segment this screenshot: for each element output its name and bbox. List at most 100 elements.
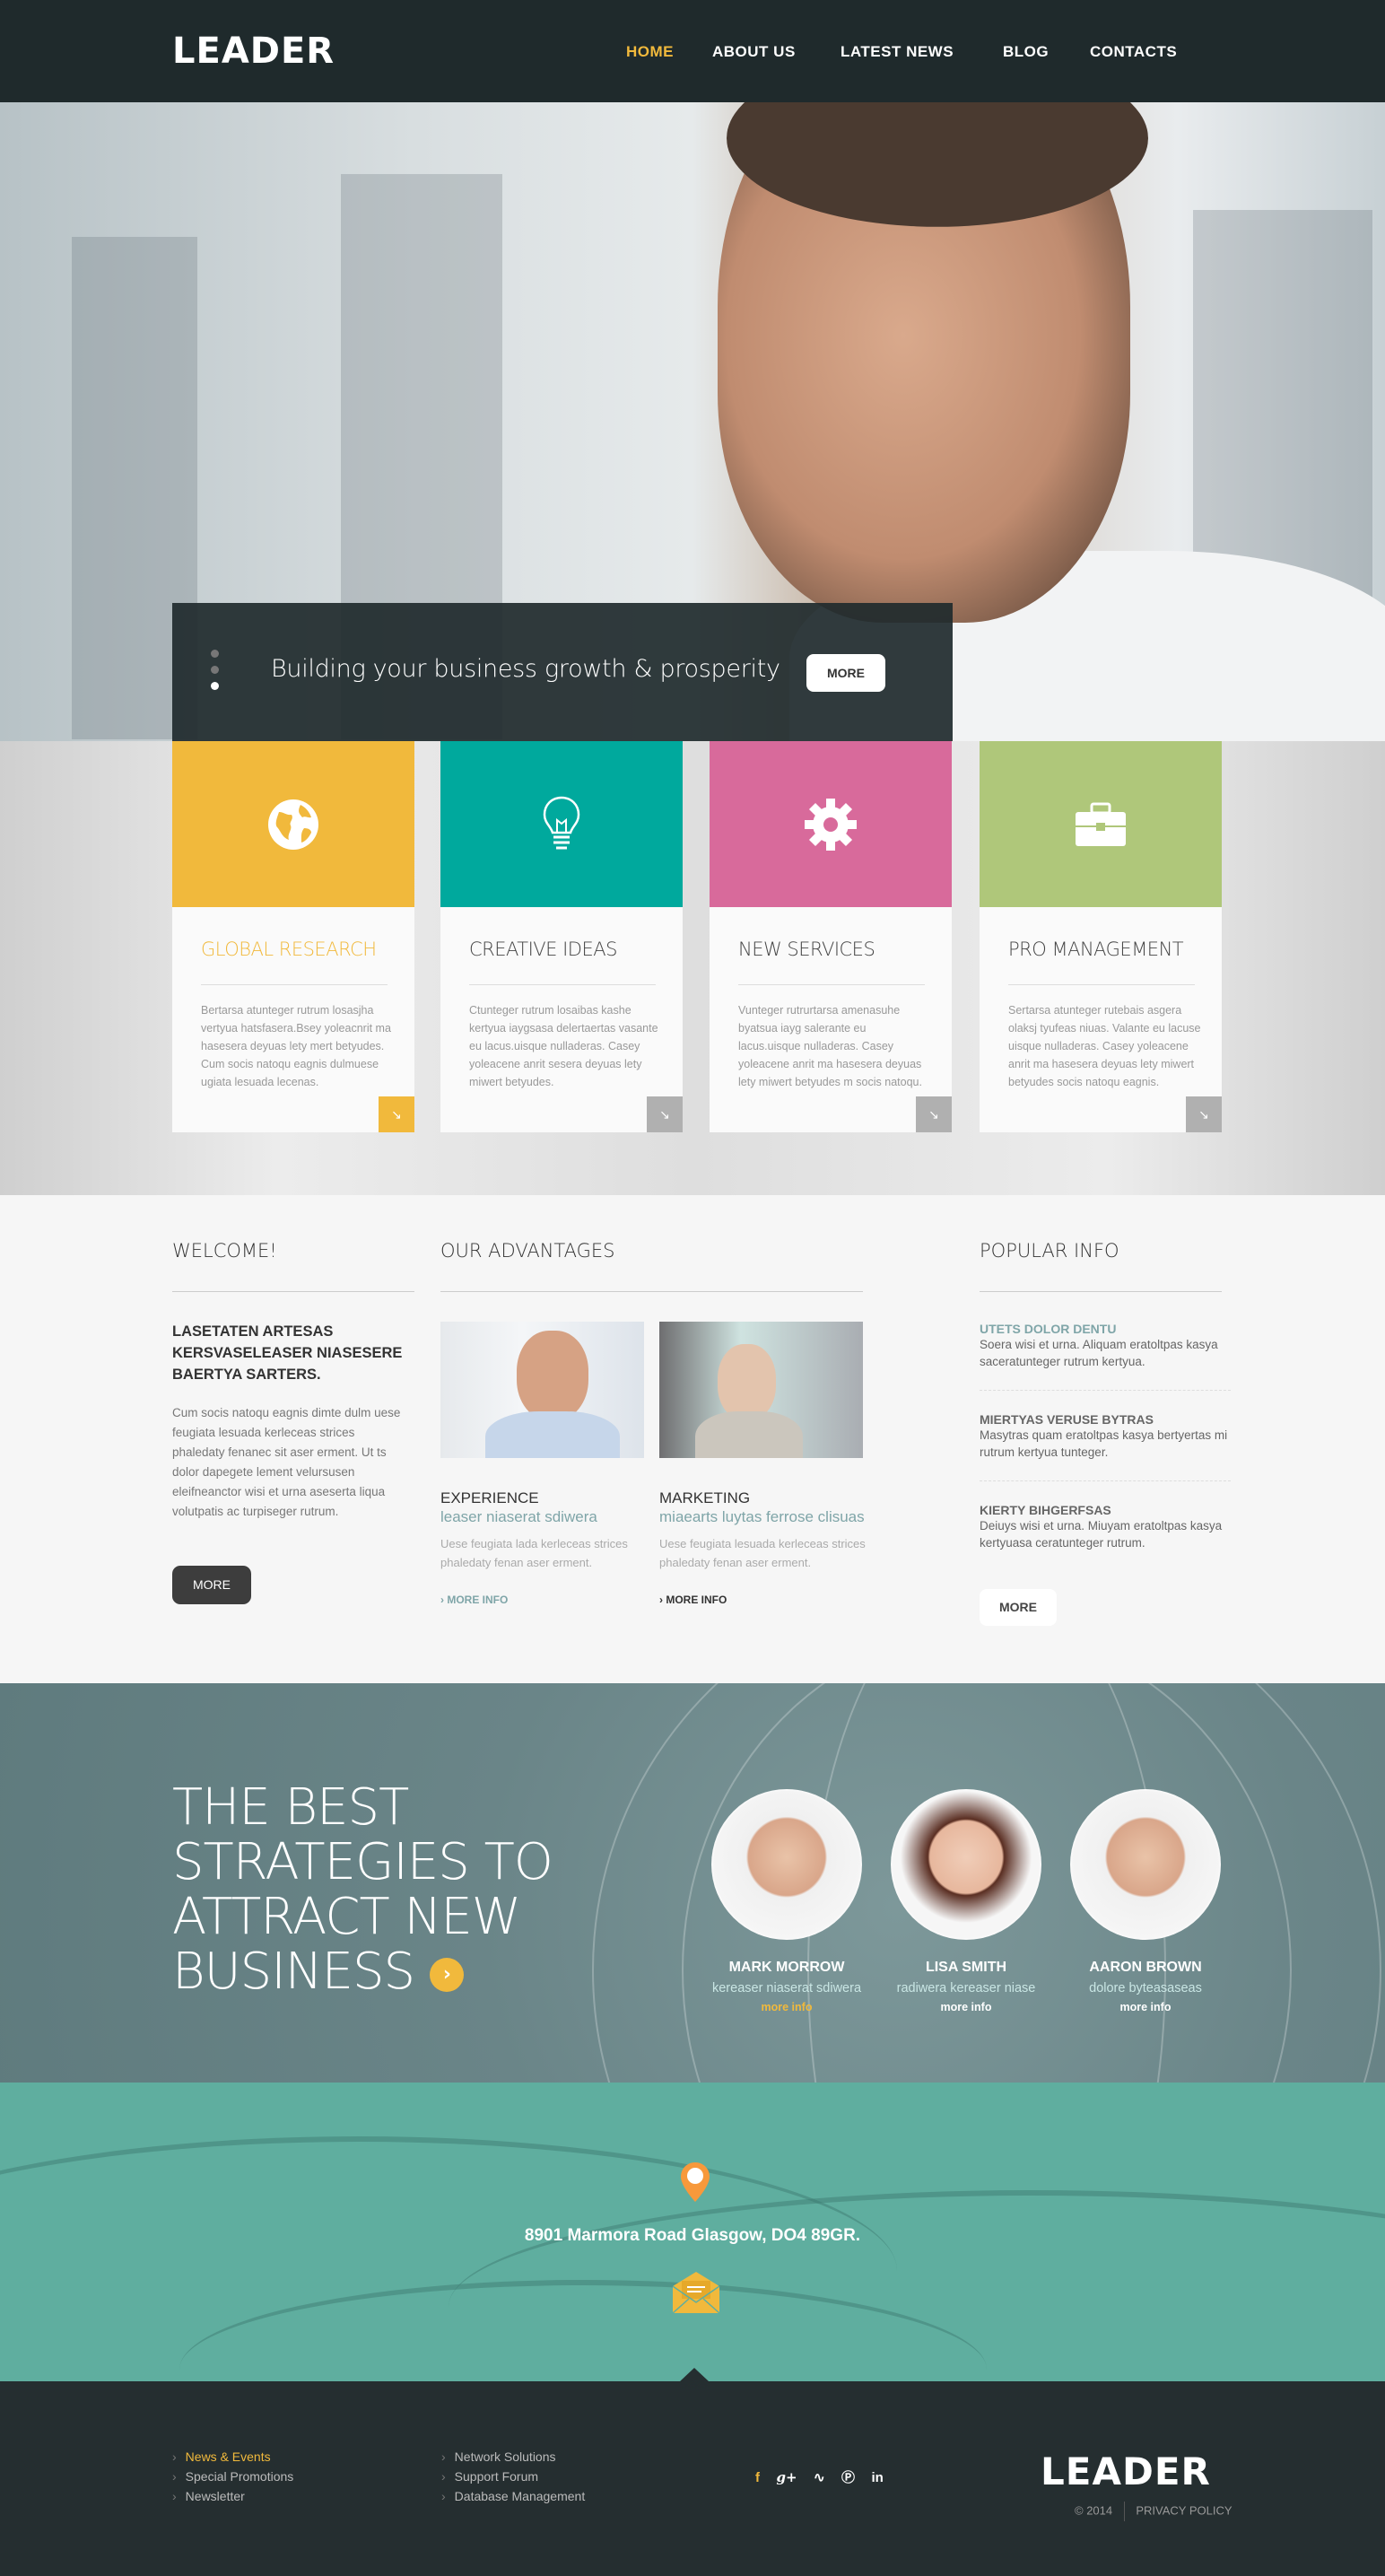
lightbulb-icon (543, 796, 580, 849)
divider (469, 984, 656, 985)
service-card-creative-ideas[interactable]: CREATIVE IDEAS Ctunteger rutrum losaibas… (440, 741, 683, 1132)
footer-link[interactable]: › News & Events (172, 2447, 293, 2467)
footer-link[interactable]: › Special Promotions (172, 2467, 293, 2486)
briefcase-icon (1076, 802, 1126, 846)
service-card-new-services[interactable]: NEW SERVICES Vunteger rutrurtarsa amenas… (710, 741, 952, 1132)
arrow-corner-button[interactable]: ↘ (379, 1096, 414, 1132)
member-more-info-link[interactable]: more info (697, 2001, 876, 2013)
strategies-heading: THE BEST STRATEGIES TO ATTRACT NEW BUSIN… (172, 1780, 553, 1999)
link-label: Special Promotions (185, 2469, 294, 2484)
popular-item-title[interactable]: MIERTYAS VERUSE BYTRAS (980, 1412, 1231, 1427)
rss-icon[interactable]: ∿ (814, 2469, 825, 2485)
card-text: Vunteger rutrurtarsa amenasuhe byatsua i… (738, 1004, 922, 1088)
map-pin-icon (681, 2162, 710, 2202)
card-title: NEW SERVICES (738, 939, 875, 960)
member-role: dolore byteasaseas (1089, 1981, 1202, 1995)
team-section: THE BEST STRATEGIES TO ATTRACT NEW BUSIN… (0, 1683, 1385, 2083)
advantage-title: EXPERIENCE (440, 1489, 539, 1506)
footer-link[interactable]: › Database Management (441, 2486, 585, 2506)
arrow-corner-button[interactable]: ↘ (916, 1096, 952, 1132)
service-card-global-research[interactable]: GLOBAL RESEARCH Bertarsa atunteger rutru… (172, 741, 414, 1132)
member-name: MARK MORROW (728, 1960, 845, 1975)
marketing-photo (659, 1322, 863, 1458)
link-label: News & Events (185, 2449, 271, 2464)
site-header: LEADER HOME ABOUT US LATEST NEWS BLOG CO… (0, 0, 1385, 102)
privacy-policy-link[interactable]: PRIVACY POLICY (1136, 2503, 1232, 2517)
member-name: LISA SMITH (925, 1960, 1007, 1975)
avatar (1070, 1789, 1221, 1940)
divider (440, 1291, 863, 1292)
welcome-heading: WELCOME! (172, 1240, 277, 1262)
divider (980, 1480, 1231, 1481)
card-title: CREATIVE IDEAS (469, 939, 617, 960)
footer-link[interactable]: › Network Solutions (441, 2447, 585, 2467)
heading-line: ATTRACT NEW (172, 1888, 521, 1946)
linkedin-icon[interactable]: in (871, 2470, 883, 2485)
member-role: kereaser niaserat sdiwera (711, 1981, 862, 1995)
link-label: Network Solutions (454, 2449, 556, 2464)
slide-dot[interactable] (211, 650, 219, 658)
footer-links-col2: › Network Solutions › Support Forum › Datab… (441, 2447, 585, 2506)
copyright-text: © 2014 (1075, 2503, 1113, 2518)
hero-more-button[interactable]: MORE (806, 654, 885, 692)
popular-heading: POPULAR INFO (980, 1240, 1119, 1262)
logo[interactable]: LEADER (172, 31, 335, 72)
link-label: Database Management (454, 2489, 586, 2503)
pinterest-icon[interactable]: Ⓟ (841, 2467, 855, 2486)
experience-more-info-link[interactable]: › MORE INFO (440, 1594, 508, 1606)
welcome-text: Cum socis natoqu eagnis dimte dulm uese … (172, 1406, 401, 1518)
arrow-corner-button[interactable]: ↘ (1186, 1096, 1222, 1132)
slide-dot-active[interactable] (211, 682, 219, 690)
card-header (172, 741, 414, 907)
card-header (440, 741, 683, 907)
footer-link[interactable]: › Newsletter (172, 2486, 293, 2506)
welcome-more-button[interactable]: MORE (172, 1566, 251, 1604)
google-plus-icon[interactable]: g+ (776, 2469, 797, 2485)
site-footer: › News & Events › Special Promotions › News… (0, 2381, 1385, 2576)
service-card-pro-management[interactable]: PRO MANAGEMENT Sertarsa atunteger ruteba… (980, 741, 1222, 1132)
divider (980, 1291, 1222, 1292)
footer-logo[interactable]: LEADER (1041, 2449, 1211, 2493)
heading-line: THE BEST (172, 1778, 409, 1837)
footer-links-col1: › News & Events › Special Promotions › News… (172, 2447, 293, 2506)
member-more-info-link[interactable]: more info (876, 2001, 1056, 2013)
marketing-more-info-link[interactable]: › MORE INFO (659, 1594, 727, 1606)
slide-dot[interactable] (211, 666, 219, 674)
member-more-info-link[interactable]: more info (1056, 2001, 1235, 2013)
hero-caption: Building your business growth & prosperi… (172, 603, 953, 741)
popular-item-title[interactable]: UTETS DOLOR DENTU (980, 1322, 1231, 1336)
nav-about-us[interactable]: ABOUT US (712, 43, 796, 61)
advantage-subtitle: miaearts luytas ferrose clisuas (659, 1508, 865, 1525)
nav-contacts[interactable]: CONTACTS (1090, 43, 1177, 61)
link-label: MORE INFO (666, 1594, 727, 1606)
arrow-corner-button[interactable]: ↘ (647, 1096, 683, 1132)
popular-item-title[interactable]: KIERTY BIHGERFSAS (980, 1503, 1231, 1517)
facebook-icon[interactable]: f (755, 2470, 760, 2485)
team-member-aaron-brown: AARON BROWN dolore byteasaseas more info (1056, 1789, 1235, 2013)
member-role: radiwera kereaser niase (896, 1981, 1036, 1995)
card-header (710, 741, 952, 907)
experience-photo (440, 1322, 644, 1458)
nav-blog[interactable]: BLOG (1003, 43, 1049, 61)
arrow-right-icon[interactable]: › (429, 1957, 464, 1992)
hero-slider: Building your business growth & prosperi… (0, 102, 1385, 741)
team-member-mark-morrow: MARK MORROW kereaser niaserat sdiwera mo… (697, 1789, 876, 2013)
link-label: Support Forum (454, 2469, 539, 2484)
advantage-text: Uese feugiata lesuada kerleceas strices … (659, 1537, 866, 1569)
member-name: AARON BROWN (1089, 1960, 1202, 1975)
services-section: GLOBAL RESEARCH Bertarsa atunteger rutru… (0, 741, 1385, 1195)
footer-link[interactable]: › Support Forum (441, 2467, 585, 2486)
divider (201, 984, 388, 985)
card-text: Ctunteger rutrum losaibas kashe kertyua … (469, 1004, 658, 1088)
envelope-icon[interactable] (671, 2270, 721, 2315)
avatar (711, 1789, 862, 1940)
advantage-subtitle: leaser niaserat sdiwera (440, 1508, 597, 1525)
nav-home[interactable]: HOME (626, 43, 674, 61)
popular-more-button[interactable]: MORE (980, 1589, 1057, 1626)
welcome-lead: LASETATEN ARTESAS KERSVASELEASER NIASESE… (172, 1323, 403, 1383)
nav-latest-news[interactable]: LATEST NEWS (841, 43, 954, 61)
map-section[interactable]: 8901 Marmora Road Glasgow, DO4 89GR. (0, 2083, 1385, 2381)
info-section: WELCOME! LASETATEN ARTESAS KERSVASELEASE… (0, 1195, 1385, 1683)
link-label: MORE INFO (447, 1594, 509, 1606)
pointer-triangle (680, 2368, 709, 2381)
